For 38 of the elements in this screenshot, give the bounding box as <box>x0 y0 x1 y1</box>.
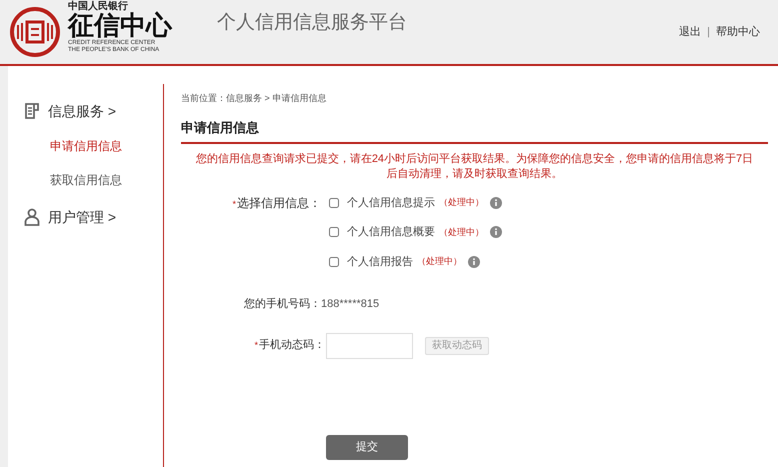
logo-name: 征信中心 <box>68 12 172 40</box>
checkbox[interactable] <box>329 198 339 208</box>
info-icon[interactable] <box>468 256 480 268</box>
status-text: （处理中） <box>439 196 484 209</box>
sidebar-item[interactable]: 申请信用信息 <box>24 136 163 170</box>
logo-top-text: 中国人民银行 <box>68 2 129 12</box>
submit-button[interactable]: 提交 <box>326 434 408 460</box>
required-mark: * <box>232 198 236 208</box>
field-label: 手机动态码： <box>259 339 325 352</box>
logout-link[interactable]: 退出 <box>679 24 702 40</box>
section-title: 申请信用信息 <box>181 118 768 144</box>
sidebar-group[interactable]: 信息服务 > <box>24 100 163 122</box>
status-text: （处理中） <box>439 226 484 238</box>
help-link[interactable]: 帮助中心 <box>716 24 760 40</box>
code-input-field[interactable] <box>326 332 413 358</box>
field-label: 选择信用信息： <box>237 196 321 210</box>
breadcrumb: 当前位置：信息服务 > 申请信用信息 <box>181 92 328 105</box>
sidebar-item[interactable]: 获取信用信息 <box>24 170 163 204</box>
seal-logo-icon <box>10 7 60 57</box>
field-label: 您的手机号码： <box>243 297 321 312</box>
document-icon <box>24 102 40 120</box>
required-mark: * <box>254 340 258 350</box>
info-icon[interactable] <box>490 196 502 209</box>
option-label: 个人信用信息提示 <box>347 196 435 210</box>
status-text: （处理中） <box>417 255 462 268</box>
sidebar-group-label: 用户管理 > <box>48 208 116 226</box>
option-label: 个人信用报告 <box>347 254 413 270</box>
checkbox[interactable] <box>329 227 339 238</box>
sidebar-group[interactable]: 用户管理 > <box>24 206 163 228</box>
notice-text: 您的信用信息查询请求已提交，请在24小时后访问平台获取结果。为保障您的信息安全，您申请的信用信息将于7日后自动清理，请及时获取查询结果。 <box>194 152 754 182</box>
link-separator: | <box>707 24 710 40</box>
info-icon[interactable] <box>490 226 502 238</box>
user-icon <box>24 208 40 226</box>
platform-title: 个人信用信息服务平台 <box>217 10 407 35</box>
option-label: 个人信用信息概要 <box>347 225 435 240</box>
sidebar-group-label: 信息服务 > <box>48 102 116 120</box>
checkbox[interactable] <box>329 256 339 267</box>
phone-number: 188*****815 <box>321 297 380 312</box>
